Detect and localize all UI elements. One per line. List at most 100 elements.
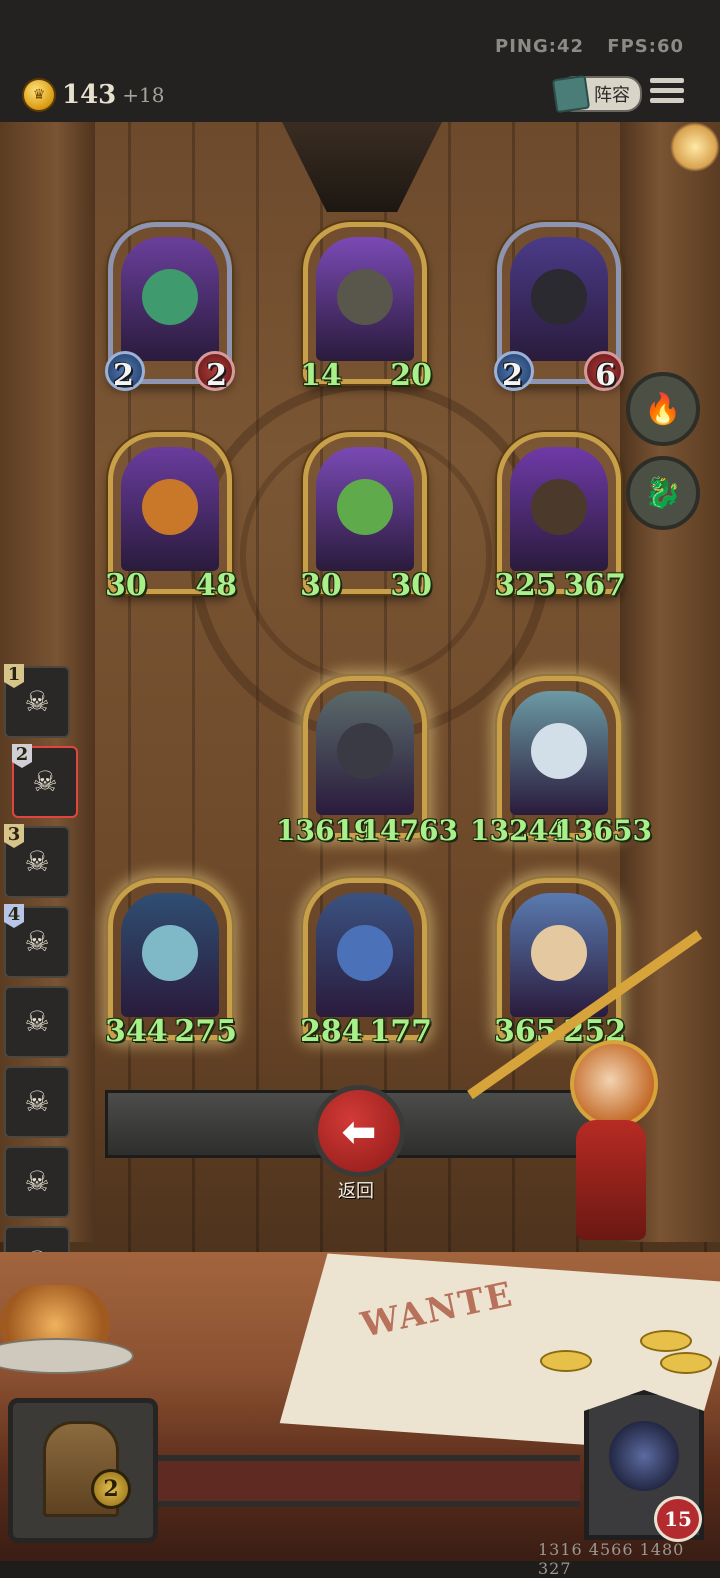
unit-card[interactable]: 30 30 [300,432,432,603]
unit-attack: 13244 [470,814,568,847]
unit-health: 275 [174,1014,237,1049]
unit-portrait [510,893,608,1017]
unit-portrait [121,447,219,571]
unit-card[interactable]: 325 367 [494,432,626,603]
back-button[interactable]: ⬅ [313,1085,405,1177]
unit-health: 2 [206,358,227,393]
skull-icon: ☠ [24,1005,50,1038]
unit-card[interactable]: 26 [494,222,624,393]
menu-icon [650,78,684,83]
unit-face [337,723,393,779]
side-items: 🔥 🐉 [626,372,700,540]
unit-health: 30 [390,568,432,603]
player-roster: 1☠2☠3☠4☠☠☠☠☠ [0,664,78,1306]
unit-card[interactable]: 13244 13653 [470,676,652,847]
unit-face [531,925,587,981]
skull-icon: ☠ [24,845,50,878]
roster-slot[interactable]: 2 ☠ [12,744,78,818]
unit-health: 6 [595,358,616,393]
unit-card[interactable]: 344 275 [105,878,237,1049]
lineup-button[interactable]: 阵容 [551,74,642,114]
roster-slot[interactable]: 4 ☠ [4,904,70,978]
roster-rank: 2 [12,744,32,768]
unit-health: 367 [563,568,626,603]
skull-icon: ☠ [24,685,50,718]
unit-health: 48 [195,568,237,603]
unit-card[interactable]: 365 252 [494,878,626,1049]
unit-face [337,479,393,535]
skull-icon: ☠ [24,1085,50,1118]
chest-panel[interactable]: 2 [8,1398,158,1543]
unit-face [531,269,587,325]
unit-portrait [316,447,414,571]
unit-card[interactable]: 13619 14763 [276,676,458,847]
unit-health: 177 [369,1014,432,1049]
roster-slot[interactable]: ☠ [4,1146,70,1218]
fps-text: FPS:60 [607,36,684,57]
bottom-rail [150,1455,580,1507]
unit-face [531,479,587,535]
unit-portrait [121,237,219,361]
back-label: 返回 [338,1181,374,1202]
player-level: 15 [654,1496,702,1542]
roster-rank: 4 [4,904,24,928]
unit-portrait [510,447,608,571]
skull-icon: ☠ [24,925,50,958]
gold-income: +18 [122,83,165,107]
unit-attack: 14 [300,358,342,393]
dragon-item-icon[interactable]: 🐉 [626,456,700,530]
lineup-label: 阵容 [594,85,630,106]
menu-button[interactable] [650,78,684,106]
unit-face [531,723,587,779]
arrow-left-icon: ⬅ [341,1106,377,1156]
chest-count: 2 [91,1469,131,1509]
unit-portrait [316,237,414,361]
unit-portrait [316,893,414,1017]
unit-card[interactable]: 284 177 [300,878,432,1049]
skull-icon: ☠ [32,765,58,798]
unit-portrait [316,691,414,815]
hero-head [570,1040,658,1128]
unit-attack: 284 [300,1014,363,1049]
lamp-glow [670,122,720,172]
unit-attack: 13619 [276,814,374,847]
roster-rank: 1 [4,664,24,688]
top-hud: PING:42 FPS:60 ♛ 143 +18 阵容 [0,0,720,122]
unit-health: 20 [390,358,432,393]
unit-face [142,925,198,981]
gold-coins-decoration [540,1330,720,1380]
unit-attack: 2 [113,358,134,393]
unit-card[interactable]: 14 20 [300,222,432,393]
unit-health: 13653 [554,814,652,847]
unit-attack: 344 [105,1014,168,1049]
unit-card[interactable]: 30 48 [105,432,237,603]
roster-slot[interactable]: ☠ [4,1066,70,1138]
unit-attack: 325 [494,568,557,603]
unit-face [337,269,393,325]
unit-portrait [510,691,608,815]
unit-card[interactable]: 22 [105,222,235,393]
ping-text: PING:42 [495,36,585,57]
unit-face [142,269,198,325]
hero-body [576,1120,646,1240]
unit-face [142,479,198,535]
roster-rank: 3 [4,824,24,848]
user-id: 1316 4566 1480 327 [538,1540,685,1578]
gold-display: ♛ 143 +18 [22,78,165,112]
unit-attack: 30 [300,568,342,603]
roster-slot[interactable]: ☠ [4,986,70,1058]
avatar-face [609,1421,679,1491]
campfire-item-icon[interactable]: 🔥 [626,372,700,446]
book-icon [551,74,591,114]
unit-portrait [121,893,219,1017]
roster-slot[interactable]: 3 ☠ [4,824,70,898]
unit-portrait [510,237,608,361]
roster-slot[interactable]: 1 ☠ [4,664,70,738]
gold-amount: 143 [62,80,117,110]
hero-character[interactable] [540,1040,680,1280]
gold-coin-icon: ♛ [22,78,56,112]
unit-attack: 2 [502,358,523,393]
unit-health: 14763 [360,814,458,847]
network-info: PING:42 FPS:60 [479,36,684,57]
unit-attack: 30 [105,568,147,603]
